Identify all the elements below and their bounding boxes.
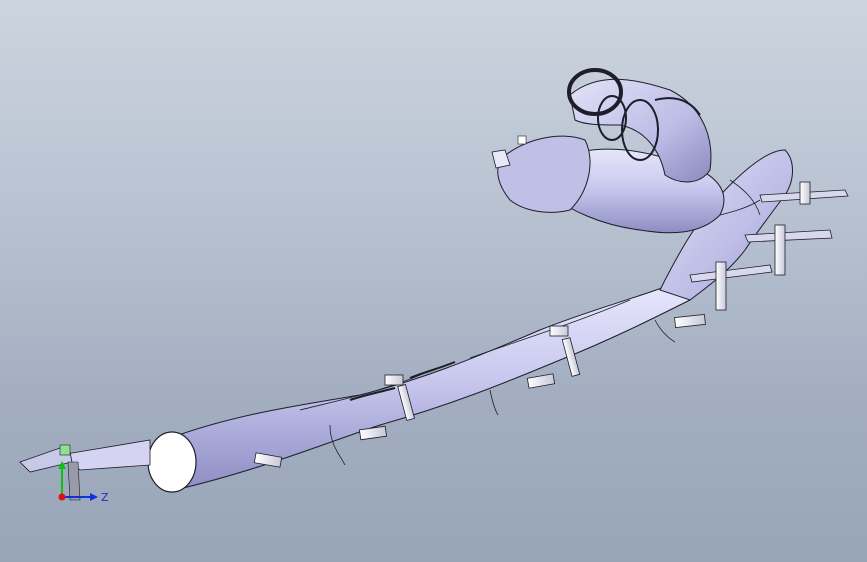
bolt-6[interactable] bbox=[674, 314, 706, 328]
coordinate-triad: Z bbox=[58, 461, 109, 504]
main-tube[interactable] bbox=[164, 284, 691, 491]
x-axis-origin bbox=[58, 493, 66, 501]
tube-open-end[interactable] bbox=[147, 431, 197, 493]
y-axis-arrow bbox=[58, 461, 66, 469]
manifold-block[interactable] bbox=[491, 135, 591, 213]
exhaust-pipe-model[interactable] bbox=[0, 0, 867, 562]
graphics-viewport[interactable]: Z bbox=[0, 0, 867, 562]
bolt-4[interactable] bbox=[526, 373, 556, 389]
z-axis-label: Z bbox=[101, 491, 109, 504]
z-axis-arrow bbox=[90, 493, 98, 501]
